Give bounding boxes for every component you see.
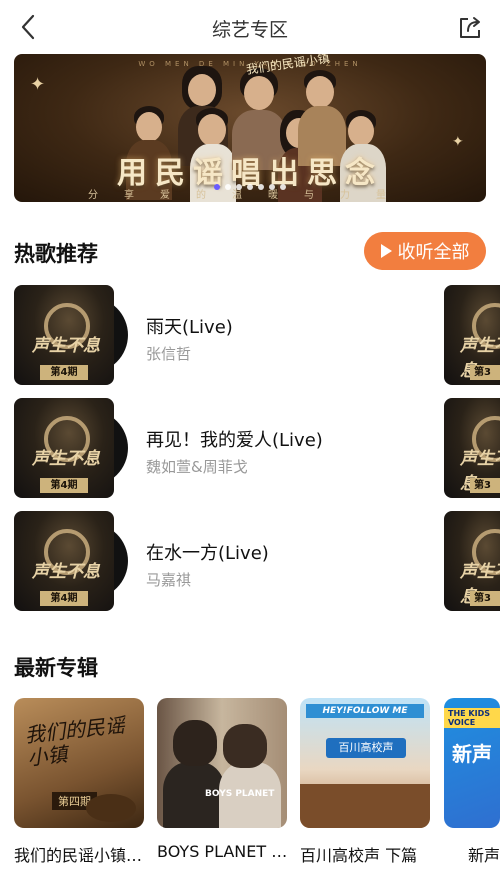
hot-songs-title: 热歌推荐 bbox=[14, 242, 98, 266]
carousel-dot-active[interactable] bbox=[214, 184, 220, 190]
album-cover-text: 我们的民谣小镇 bbox=[23, 712, 126, 771]
cover-logo: 声生不息 bbox=[32, 336, 100, 356]
album-card[interactable]: HEY!FOLLOW ME 百川高校声 百川高校声 下篇 bbox=[300, 698, 430, 866]
listen-all-label: 收听全部 bbox=[397, 242, 470, 263]
song-row[interactable]: 声生不息 第4期 在水一方(Live) 马嘉祺 声生不息 第3 bbox=[14, 511, 500, 611]
song-cover: 声生不息 第4期 bbox=[14, 511, 128, 611]
listen-all-button[interactable]: 收听全部 bbox=[364, 232, 486, 270]
share-icon bbox=[460, 17, 480, 38]
album-cover-header: HEY!FOLLOW ME bbox=[306, 704, 424, 718]
album-cover: HEY!FOLLOW ME 百川高校声 bbox=[300, 698, 430, 828]
song-artist: 魏如萱&周菲戈 bbox=[146, 458, 248, 476]
cover-episode: 第3 bbox=[470, 478, 500, 493]
page-title: 综艺专区 bbox=[211, 19, 288, 41]
cover-episode: 第3 bbox=[470, 365, 500, 380]
next-column-cover[interactable]: 声生不息 第3 bbox=[444, 511, 500, 611]
guitar-icon bbox=[86, 794, 136, 822]
album-title: 我们的民谣小镇… bbox=[14, 846, 143, 865]
carousel-dot[interactable] bbox=[258, 184, 264, 190]
cover-episode: 第4期 bbox=[40, 365, 88, 380]
next-column-cover[interactable]: 声生不息 第3 bbox=[444, 285, 500, 385]
carousel-dot[interactable] bbox=[247, 184, 253, 190]
song-row[interactable]: 声生不息 第4期 再见！我的爱人(Live) 魏如萱&周菲戈 声生不息 第3 bbox=[14, 398, 500, 498]
song-title: 再见！我的爱人(Live) bbox=[146, 430, 323, 451]
cover-episode: 第3 bbox=[470, 591, 500, 606]
song-title: 雨天(Live) bbox=[146, 317, 233, 338]
next-column-cover[interactable]: 声生不息 第3 bbox=[444, 398, 500, 498]
album-title: 百川高校声 下篇 bbox=[300, 846, 418, 865]
top-bar: 综艺专区 bbox=[0, 0, 500, 54]
album-card[interactable]: THE KIDS VOICE 新声 新声 bbox=[444, 698, 500, 866]
cover-episode: 第4期 bbox=[40, 478, 88, 493]
cover-episode: 第4期 bbox=[40, 591, 88, 606]
song-cover: 声生不息 第4期 bbox=[14, 285, 128, 385]
album-cover-header: THE KIDS VOICE bbox=[444, 708, 500, 728]
cover-logo: 声生不息 bbox=[32, 562, 100, 582]
album-cover: BOYS PLANET bbox=[157, 698, 287, 828]
album-cover: 我们的民谣小镇 第四期 bbox=[14, 698, 144, 828]
carousel-dot[interactable] bbox=[225, 184, 231, 190]
album-card[interactable]: BOYS PLANET BOYS PLANET … bbox=[157, 698, 287, 861]
play-icon bbox=[380, 244, 392, 258]
sparkle-icon: ✦ bbox=[30, 74, 46, 95]
song-row[interactable]: 声生不息 第4期 雨天(Live) 张信哲 声生不息 第3 bbox=[14, 285, 500, 385]
share-button[interactable] bbox=[456, 14, 484, 42]
album-cover-text: 百川高校声 bbox=[326, 738, 406, 758]
song-cover: 声生不息 第4期 bbox=[14, 398, 128, 498]
carousel-dot[interactable] bbox=[280, 184, 286, 190]
new-albums-title: 最新专辑 bbox=[14, 656, 98, 680]
album-cover-text: 新声 bbox=[452, 742, 492, 766]
album-title: 新声 bbox=[468, 846, 500, 865]
banner-carousel[interactable]: WO MEN DE MIN YAO XIAO ZHEN ✦ ✦ 我们的民谣小镇 bbox=[14, 54, 486, 202]
album-cover-text: BOYS PLANET bbox=[205, 789, 275, 799]
carousel-indicator bbox=[0, 184, 500, 190]
carousel-dot[interactable] bbox=[236, 184, 242, 190]
album-cover: THE KIDS VOICE 新声 bbox=[444, 698, 500, 828]
song-artist: 张信哲 bbox=[146, 345, 192, 363]
cover-logo: 声生不息 bbox=[32, 449, 100, 469]
album-title: BOYS PLANET … bbox=[157, 842, 287, 861]
song-artist: 马嘉祺 bbox=[146, 571, 192, 589]
album-card[interactable]: 我们的民谣小镇 第四期 我们的民谣小镇… bbox=[14, 698, 144, 866]
carousel-dot[interactable] bbox=[269, 184, 275, 190]
song-title: 在水一方(Live) bbox=[146, 543, 269, 564]
